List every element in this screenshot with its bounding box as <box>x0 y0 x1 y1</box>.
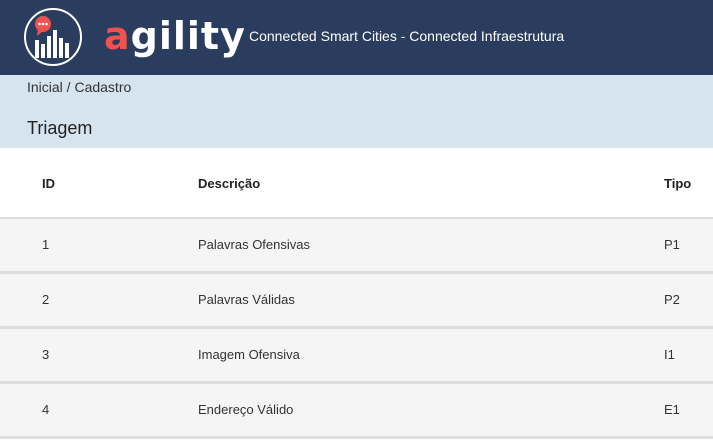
cell-tipo: P1 <box>664 237 680 252</box>
triagem-table: ID Descrição Tipo 1 Palavras Ofensivas P… <box>0 148 713 439</box>
cell-descricao: Palavras Válidas <box>198 292 295 307</box>
brand-logo[interactable]: agility <box>104 14 246 58</box>
cell-tipo: I1 <box>664 347 675 362</box>
breadcrumb[interactable]: Inicial / Cadastro <box>27 78 131 96</box>
column-header-tipo[interactable]: Tipo <box>664 176 691 192</box>
cell-descricao: Endereço Válido <box>198 402 294 417</box>
page-subheader: Inicial / Cadastro Triagem <box>0 75 713 148</box>
cell-descricao: Imagem Ofensiva <box>198 347 300 362</box>
cell-id: 3 <box>42 347 50 362</box>
app-title: Connected Smart Cities - Connected Infra… <box>249 28 565 44</box>
cell-tipo: E1 <box>664 402 680 417</box>
app-header: agility Connected Smart Cities - Connect… <box>0 0 713 75</box>
table-row[interactable]: 1 Palavras Ofensivas P1 <box>0 219 713 274</box>
page-title: Triagem <box>27 118 93 138</box>
column-header-descricao[interactable]: Descrição <box>198 176 260 192</box>
logo-icon[interactable] <box>24 8 82 66</box>
chat-bar-chart-icon <box>35 16 69 58</box>
cell-id: 1 <box>42 237 50 252</box>
brand-accent-letter: a <box>104 14 131 58</box>
column-header-id[interactable]: ID <box>42 176 55 192</box>
table-row[interactable]: 4 Endereço Válido E1 <box>0 384 713 439</box>
cell-descricao: Palavras Ofensivas <box>198 237 310 252</box>
cell-tipo: P2 <box>664 292 680 307</box>
cell-id: 4 <box>42 402 50 417</box>
table-row[interactable]: 3 Imagem Ofensiva I1 <box>0 329 713 384</box>
cell-id: 2 <box>42 292 50 307</box>
brand-rest: gility <box>130 14 246 58</box>
table-header: ID Descrição Tipo <box>0 148 713 219</box>
table-row[interactable]: 2 Palavras Válidas P2 <box>0 274 713 329</box>
